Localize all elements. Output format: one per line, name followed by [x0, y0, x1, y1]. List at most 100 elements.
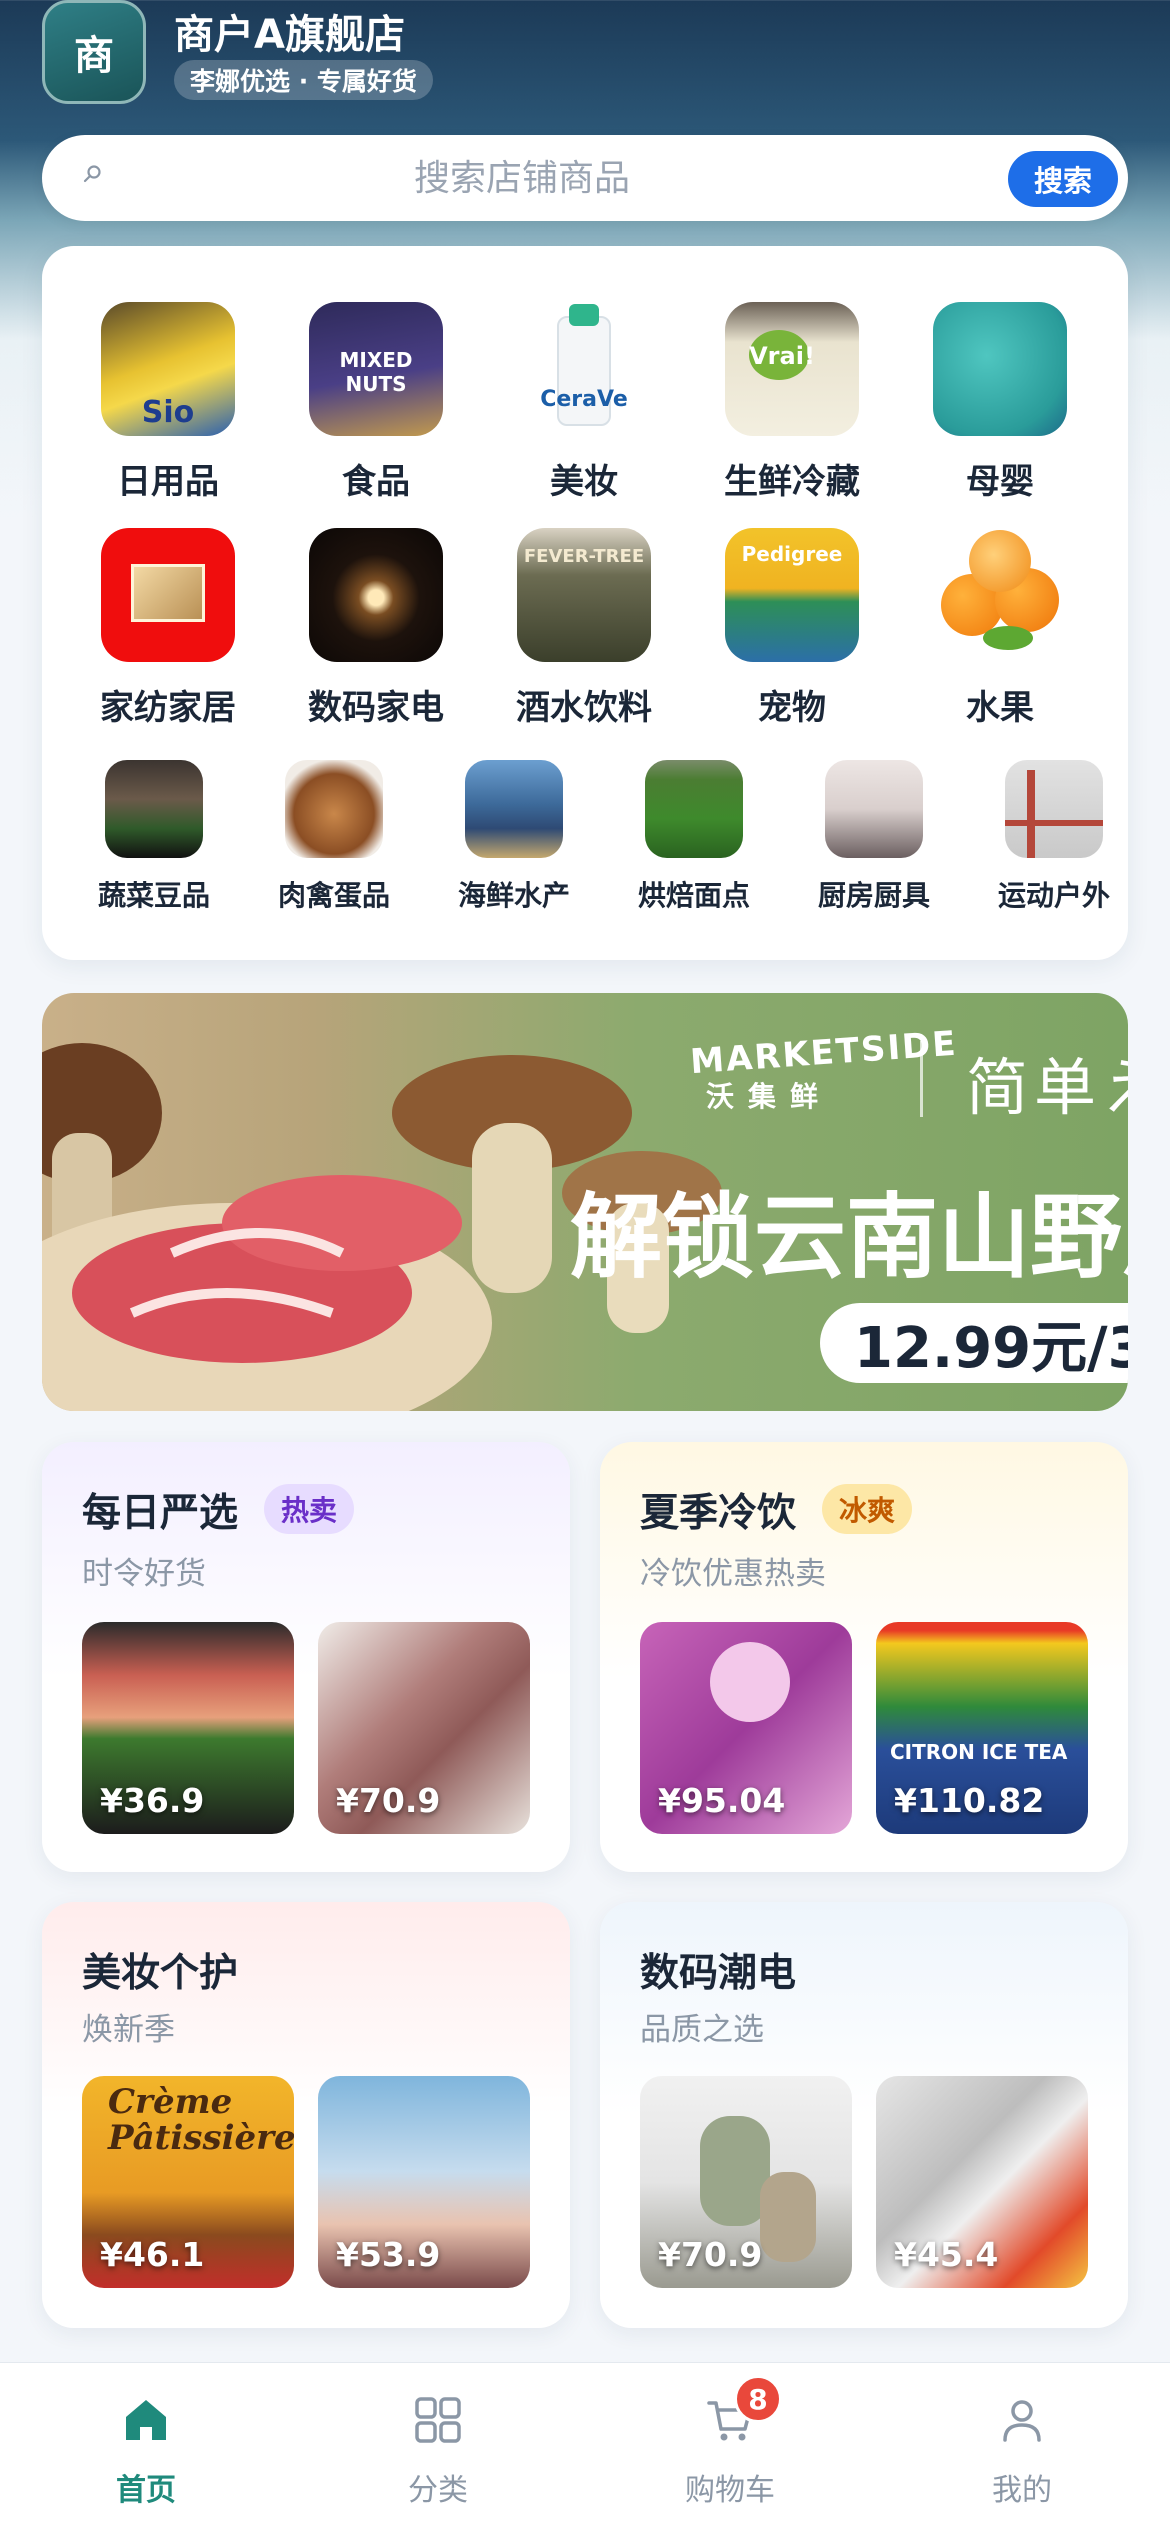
product-price: ¥53.9 — [336, 2235, 441, 2274]
category-pet[interactable]: Pedigree 宠物 — [702, 528, 882, 729]
banner-subtitle: 简单え — [966, 1051, 1128, 1124]
category-label: 日用品 — [117, 462, 219, 502]
hot-badge: 热卖 — [264, 1484, 355, 1534]
category-label: 肉禽蛋品 — [277, 879, 390, 912]
lamp-icon — [309, 528, 443, 662]
mixed-nuts-icon: MIXED NUTS — [309, 302, 443, 436]
store-logo[interactable]: 商 — [42, 0, 146, 104]
nav-label: 分类 — [408, 2473, 468, 2508]
nav-category[interactable]: 分类 — [292, 2363, 584, 2532]
product-card[interactable]: ¥45.4 — [876, 2076, 1088, 2288]
promo-title: 美妆个护 — [82, 1951, 239, 1996]
nav-label: 我的 — [992, 2473, 1052, 2508]
product-card[interactable]: ¥53.9 — [318, 2076, 530, 2288]
user-icon — [1003, 2400, 1041, 2442]
cerave-bottle-icon: CeraVe — [517, 302, 651, 436]
category-label: 宠物 — [758, 688, 826, 728]
seafood-icon — [465, 760, 563, 858]
category-vegetables[interactable]: 蔬菜豆品 — [64, 760, 244, 914]
promo-title: 每日严选 — [82, 1491, 239, 1536]
category-label: 运动户外 — [997, 879, 1110, 912]
category-label: 生鲜冷藏 — [724, 462, 860, 502]
vegetables-icon — [105, 760, 203, 858]
grid-icon — [415, 2397, 461, 2443]
category-bakery[interactable]: 烘焙面点 — [604, 760, 784, 914]
product-card[interactable]: ¥36.9 — [82, 1622, 294, 1834]
category-kitchenware[interactable]: 厨房厨具 — [784, 760, 964, 914]
category-food[interactable]: MIXED NUTS 食品 — [286, 302, 466, 503]
promo-subtitle: 冷饮优惠热卖 — [640, 1556, 826, 1592]
promo-card-daily-select[interactable]: 每日严选 热卖 时令好货 ¥36.9 ¥70.9 — [42, 1442, 570, 1872]
category-label: 家纺家居 — [100, 688, 236, 728]
product-card[interactable]: Crème Pâtissière ¥46.1 — [82, 2076, 294, 2288]
category-beauty[interactable]: CeraVe 美妆 — [494, 302, 674, 503]
category-label: 母婴 — [966, 462, 1034, 502]
meat-dish-icon — [285, 760, 383, 858]
category-outdoor[interactable]: 运动户外 — [964, 760, 1128, 914]
fromage-jar-icon: Vrai! — [725, 302, 859, 436]
category-fresh-chilled[interactable]: Vrai! 生鲜冷藏 — [702, 302, 882, 503]
promo-card-beauty-care[interactable]: 美妆个护 焕新季 Crème Pâtissière ¥46.1 ¥53.9 — [42, 1902, 570, 2328]
product-card[interactable]: ¥95.04 — [640, 1622, 852, 1834]
pet-food-icon: Pedigree — [725, 528, 859, 662]
category-label: 烘焙面点 — [637, 879, 750, 912]
kitchen-icon — [825, 760, 923, 858]
category-home-textile[interactable]: 家纺家居 — [78, 528, 258, 729]
promo-card-digital-electronics[interactable]: 数码潮电 品质之选 ¥70.9 ¥45.4 — [600, 1902, 1128, 2328]
category-label: 食品 — [342, 462, 410, 502]
category-label: 蔬菜豆品 — [97, 879, 210, 912]
product-card[interactable]: CITRON ICE TEA ¥110.82 — [876, 1622, 1088, 1834]
nav-profile[interactable]: 我的 — [876, 2363, 1168, 2532]
banner-brand-cn: 沃集鲜 — [706, 1080, 833, 1113]
product-card[interactable]: ¥70.9 — [318, 1622, 530, 1834]
search-input[interactable] — [132, 135, 912, 221]
category-mother-baby[interactable]: 母婴 — [910, 302, 1090, 503]
promo-title: 数码潮电 — [640, 1951, 797, 1996]
category-fruit[interactable]: 水果 — [910, 528, 1090, 729]
product-price: ¥45.4 — [894, 2235, 999, 2274]
search-bar: 搜索 — [42, 135, 1128, 221]
category-label: 数码家电 — [308, 688, 444, 728]
nav-cart[interactable]: 8 购物车 — [584, 2363, 876, 2532]
promo-title: 夏季冷饮 — [640, 1491, 797, 1536]
promo-subtitle: 时令好货 — [82, 1556, 206, 1592]
baby-pack-icon — [933, 302, 1067, 436]
category-label: 水果 — [966, 688, 1034, 728]
category-digital-appliance[interactable]: 数码家电 — [286, 528, 466, 729]
category-card: Sio 日用品 MIXED NUTS 食品 CeraVe 美妆 Vrai! 生鲜… — [42, 246, 1128, 960]
search-icon — [83, 165, 101, 183]
product-price: ¥110.82 — [894, 1781, 1045, 1820]
product-price: ¥36.9 — [100, 1781, 205, 1820]
oranges-icon — [933, 528, 1067, 662]
promo-banner[interactable]: MARKETSIDE 沃集鲜 简单え 解锁云南山野风 12.99元/3 — [42, 993, 1128, 1411]
product-price: ¥95.04 — [658, 1781, 786, 1820]
home-frame-icon — [101, 528, 235, 662]
category-label: 酒水饮料 — [516, 688, 652, 728]
outdoor-icon — [1005, 760, 1103, 858]
ginger-beer-icon: FEVER-TREE — [517, 528, 651, 662]
category-seafood[interactable]: 海鲜水产 — [424, 760, 604, 914]
category-drinks[interactable]: FEVER-TREE 酒水饮料 — [494, 528, 674, 729]
product-price: ¥70.9 — [336, 1781, 441, 1820]
store-name: 商户A旗舰店 — [174, 12, 405, 58]
category-meat-eggs[interactable]: 肉禽蛋品 — [244, 760, 424, 914]
bakery-icon — [645, 760, 743, 858]
promo-card-summer-drinks[interactable]: 夏季冷饮 冰爽 冷饮优惠热卖 ¥95.04 CITRON ICE TEA ¥11… — [600, 1442, 1128, 1872]
product-price: ¥70.9 — [658, 2235, 763, 2274]
bottom-nav: 首页 分类 8 购物车 我的 — [0, 2362, 1170, 2532]
store-tagline: 李娜优选 · 专属好货 — [174, 60, 433, 100]
nav-home[interactable]: 首页 — [0, 2363, 292, 2532]
product-price: ¥46.1 — [100, 2235, 205, 2274]
banner-title: 解锁云南山野风 — [570, 1184, 1128, 1291]
promo-subtitle: 焕新季 — [82, 2012, 175, 2048]
search-button[interactable]: 搜索 — [1008, 151, 1118, 207]
category-daily-goods[interactable]: Sio 日用品 — [78, 302, 258, 503]
banner-price: 12.99元/3 — [820, 1303, 1128, 1383]
banner-divider — [920, 1041, 923, 1117]
nav-label: 首页 — [116, 2473, 176, 2508]
household-goods-icon: Sio — [101, 302, 235, 436]
promo-subtitle: 品质之选 — [640, 2012, 764, 2048]
product-card[interactable]: ¥70.9 — [640, 2076, 852, 2288]
nav-label: 购物车 — [685, 2473, 775, 2508]
cart-count-badge: 8 — [734, 2375, 782, 2423]
